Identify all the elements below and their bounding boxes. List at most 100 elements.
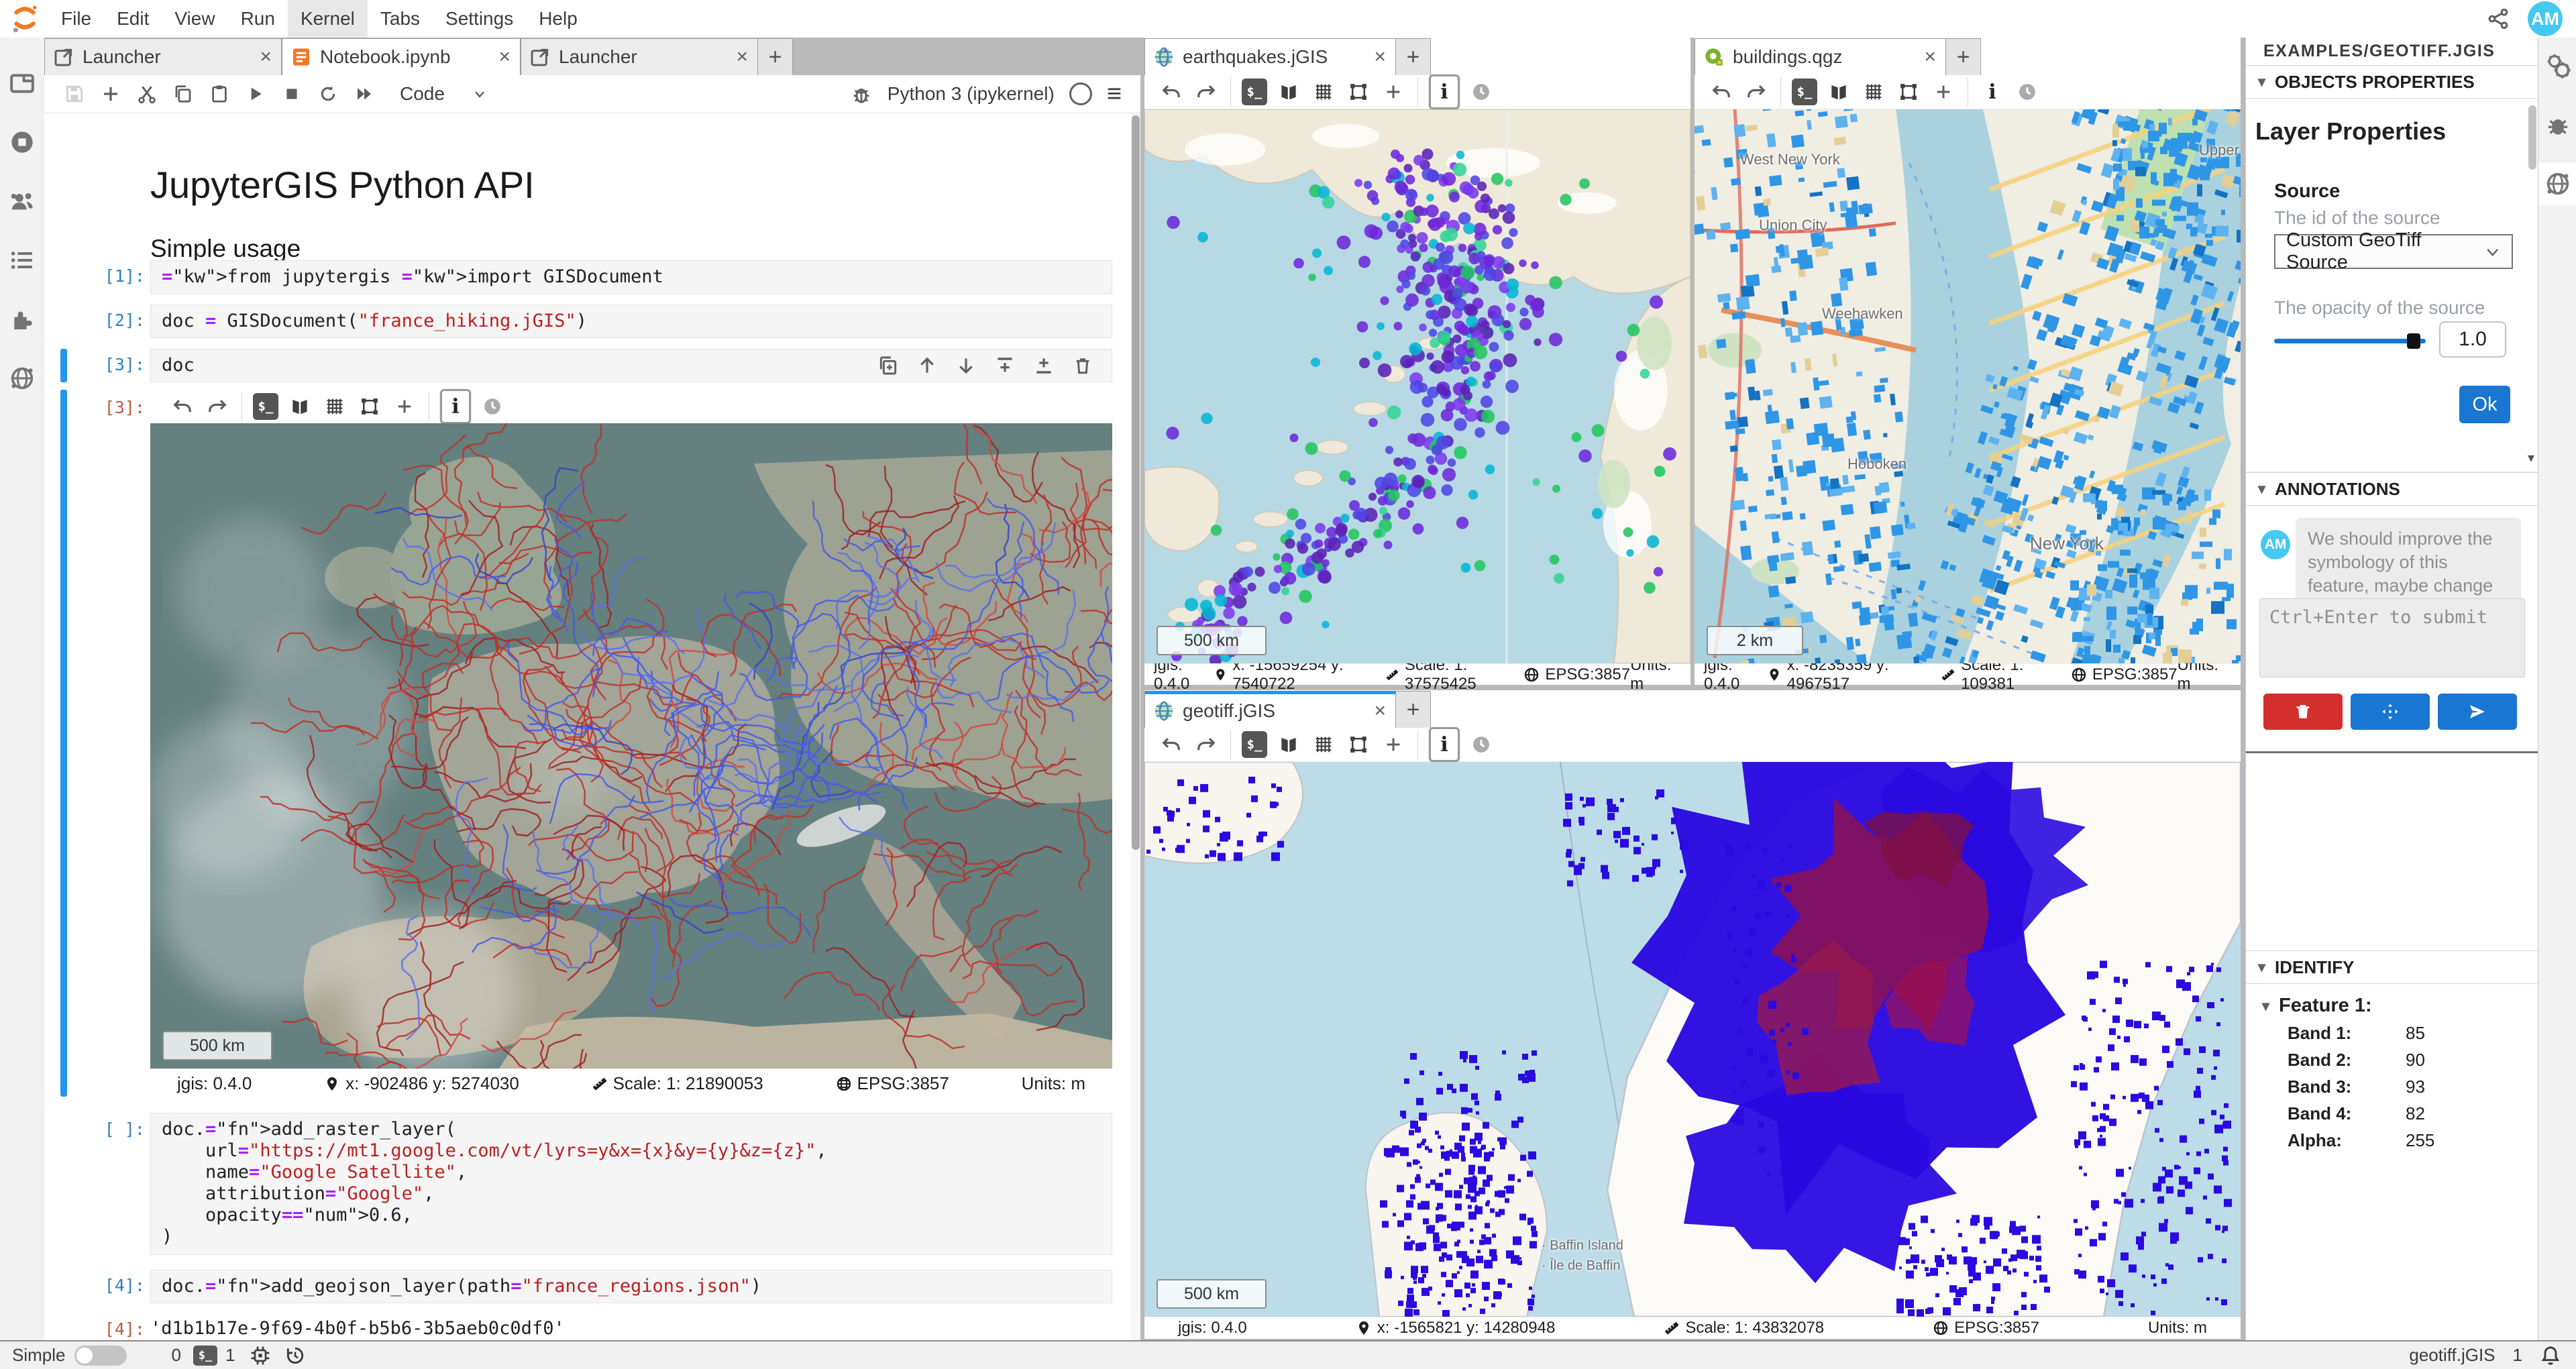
history-icon[interactable]	[284, 1345, 306, 1366]
extent-icon[interactable]	[1345, 731, 1372, 758]
extent-icon[interactable]	[1345, 78, 1372, 105]
menu-run[interactable]: Run	[228, 0, 288, 38]
redo-icon[interactable]	[1743, 78, 1770, 105]
duplicate-cell-icon[interactable]	[877, 355, 899, 376]
tab-launcher-1[interactable]: Launcher ×	[44, 38, 282, 75]
tab-geotiff[interactable]: geotiff.jGIS ×	[1144, 691, 1396, 728]
file-browser-icon[interactable]	[9, 70, 36, 97]
basemap-icon[interactable]	[1275, 78, 1302, 105]
add-layer-icon[interactable]	[1380, 731, 1407, 758]
opacity-slider[interactable]	[2274, 339, 2426, 343]
basemap-icon[interactable]	[1825, 78, 1852, 105]
menu-file[interactable]: File	[48, 0, 104, 38]
menu-view[interactable]: View	[162, 0, 227, 38]
simple-mode-toggle[interactable]	[74, 1346, 127, 1366]
user-avatar[interactable]: AM	[2528, 1, 2563, 36]
opacity-value[interactable]: 1.0	[2439, 321, 2506, 358]
gis-panel-icon[interactable]	[9, 365, 36, 392]
cell-type-select[interactable]: Code	[400, 83, 488, 105]
temporal-icon[interactable]	[1468, 731, 1495, 758]
annotations-section-header[interactable]: ▾ ANNOTATIONS	[2246, 472, 2538, 506]
identify-icon[interactable]: i	[1979, 78, 2006, 105]
temporal-icon[interactable]	[479, 393, 506, 420]
objects-properties-section-header[interactable]: ▾ OBJECTS PROPERTIES	[2246, 66, 2538, 99]
geotiff-map[interactable]: · Baffin Island · Île de Baffin 500 km	[1144, 762, 2241, 1317]
gis-properties-tab-active[interactable]	[2538, 162, 2576, 205]
identify-icon[interactable]: i	[440, 389, 471, 424]
debugger-icon[interactable]	[850, 83, 873, 105]
insert-cell-icon[interactable]	[97, 80, 124, 107]
close-icon[interactable]: ×	[720, 46, 748, 68]
debugger-sidebar-icon[interactable]	[2544, 111, 2571, 138]
undo-icon[interactable]	[1158, 731, 1185, 758]
tab-launcher-2[interactable]: Launcher ×	[521, 38, 758, 75]
undo-icon[interactable]	[1158, 78, 1185, 105]
copy-icon[interactable]	[170, 80, 197, 107]
properties-scrollbar[interactable]	[2528, 105, 2536, 170]
add-layer-icon[interactable]	[1380, 78, 1407, 105]
paste-icon[interactable]	[206, 80, 233, 107]
code-cell[interactable]: ="kw">from jupytergis ="kw">import GISDo…	[150, 260, 1112, 294]
temporal-icon[interactable]	[2014, 78, 2041, 105]
extent-icon[interactable]	[1895, 78, 1922, 105]
kernel-chip-icon[interactable]	[250, 1345, 271, 1366]
extent-icon[interactable]	[356, 393, 383, 420]
add-layer-icon[interactable]	[1930, 78, 1957, 105]
close-icon[interactable]: ×	[482, 46, 511, 68]
code-cell[interactable]: doc = GISDocument("france_hiking.jGIS")	[150, 305, 1112, 338]
kernels-count[interactable]: 1	[225, 1345, 235, 1366]
basemap-icon[interactable]	[1275, 731, 1302, 758]
redo-icon[interactable]	[204, 393, 231, 420]
undo-icon[interactable]	[169, 393, 196, 420]
redo-icon[interactable]	[1193, 731, 1220, 758]
redo-icon[interactable]	[1193, 78, 1220, 105]
console-icon[interactable]: $_	[1792, 78, 1817, 105]
tab-buildings[interactable]: buildings.qgz ×	[1695, 38, 1946, 75]
console-icon[interactable]: $_	[1242, 731, 1267, 758]
notifications-bell-icon[interactable]	[2540, 1345, 2561, 1366]
menu-tabs[interactable]: Tabs	[368, 0, 433, 38]
identify-icon[interactable]: i	[1429, 74, 1460, 109]
table-of-contents-icon[interactable]	[9, 247, 36, 274]
buildings-map[interactable]: West New York Union City Weehawken Hobok…	[1695, 109, 2241, 663]
scroll-down-icon[interactable]: ▾	[2528, 449, 2534, 466]
grid-icon[interactable]	[1310, 78, 1337, 105]
menu-settings[interactable]: Settings	[433, 0, 526, 38]
cut-icon[interactable]	[133, 80, 160, 107]
identify-feature-header[interactable]: ▾ Feature 1:	[2246, 995, 2538, 1017]
menu-help[interactable]: Help	[526, 0, 590, 38]
menu-edit[interactable]: Edit	[104, 0, 162, 38]
submit-annotation-button[interactable]	[2438, 694, 2517, 730]
identify-section-header[interactable]: ▾ IDENTIFY	[2246, 950, 2538, 984]
annotation-input[interactable]	[2259, 598, 2525, 677]
notebook-menu-icon[interactable]: ≡	[1107, 87, 1122, 101]
undo-icon[interactable]	[1708, 78, 1735, 105]
menu-kernel[interactable]: Kernel	[288, 0, 368, 38]
console-icon[interactable]: $_	[1242, 78, 1267, 105]
property-inspector-icon[interactable]	[2544, 52, 2571, 79]
code-cell[interactable]: doc.="fn">add_geojson_layer(path="france…	[150, 1270, 1112, 1303]
code-cell[interactable]: doc.="fn">add_raster_layer( url="https:/…	[150, 1113, 1112, 1255]
save-icon[interactable]	[61, 80, 88, 107]
new-tab-button[interactable]: +	[758, 38, 793, 75]
new-tab-button[interactable]: +	[1396, 691, 1431, 728]
identify-icon[interactable]: i	[1429, 727, 1460, 762]
run-all-icon[interactable]	[351, 80, 378, 107]
center-annotation-button[interactable]	[2351, 694, 2430, 730]
insert-cell-below-icon[interactable]	[1033, 355, 1055, 376]
close-icon[interactable]: ×	[1358, 700, 1386, 722]
add-layer-icon[interactable]	[391, 393, 418, 420]
earthquakes-map[interactable]: 500 km	[1144, 109, 1690, 663]
close-icon[interactable]: ×	[1358, 46, 1386, 68]
restart-kernel-icon[interactable]	[315, 80, 341, 107]
tab-earthquakes[interactable]: earthquakes.jGIS ×	[1144, 38, 1396, 75]
running-kernels-icon[interactable]	[9, 129, 36, 156]
new-tab-button[interactable]: +	[1946, 38, 1981, 75]
console-icon[interactable]: $_	[253, 393, 278, 420]
stop-icon[interactable]	[278, 80, 305, 107]
close-icon[interactable]: ×	[1908, 46, 1936, 68]
move-cell-up-icon[interactable]	[916, 355, 938, 376]
delete-cell-icon[interactable]	[1072, 355, 1093, 376]
terminals-count[interactable]: 0	[171, 1345, 180, 1366]
run-icon[interactable]	[242, 80, 269, 107]
